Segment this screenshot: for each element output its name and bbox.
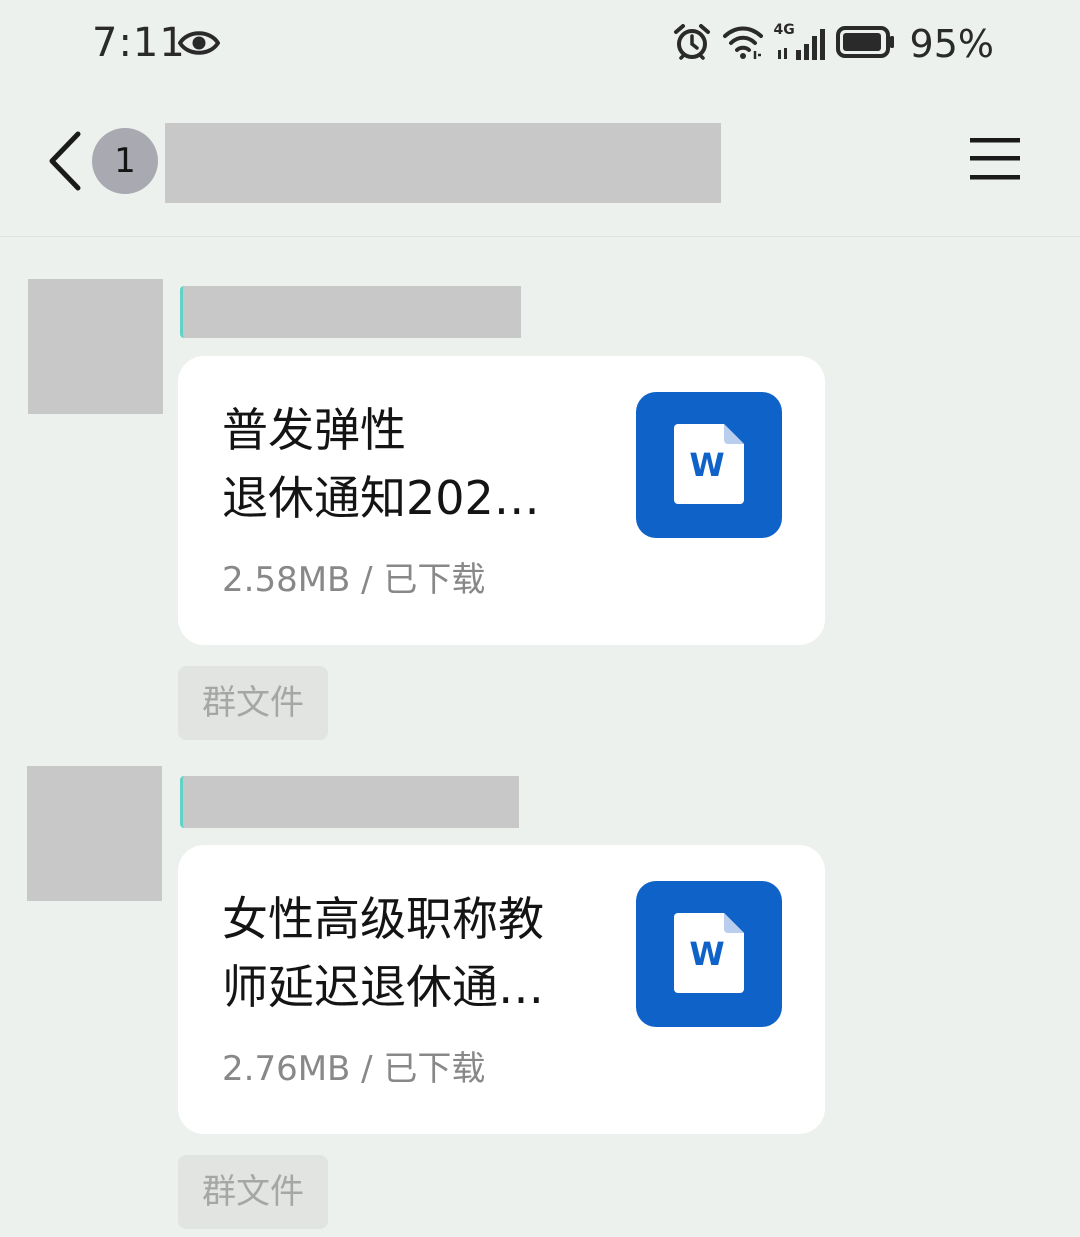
status-bar: 7:11 4G 95%: [0, 0, 1080, 90]
sender-avatar[interactable]: [28, 279, 163, 414]
file-message-card[interactable]: 普发弹性 退休通知202… 2.58MB / 已下载 W: [178, 356, 825, 645]
wifi-icon: [722, 24, 764, 64]
file-size-status: 2.58MB / 已下载: [222, 560, 486, 600]
group-file-tag[interactable]: 群文件: [178, 666, 328, 740]
word-doc-icon: W: [674, 913, 744, 997]
sender-name-redacted: [180, 286, 521, 338]
status-icons: 4G 95%: [672, 22, 994, 66]
chevron-left-icon[interactable]: [44, 130, 84, 196]
chat-title-redacted: [165, 123, 721, 203]
svg-text:W: W: [689, 935, 724, 973]
file-name: 普发弹性 退休通知202…: [222, 396, 592, 532]
battery-percent: 95%: [909, 22, 994, 66]
file-name-line: 女性高级职称教: [222, 892, 544, 946]
status-time: 7:11: [92, 20, 186, 66]
eye-icon: [177, 26, 221, 64]
group-file-tag[interactable]: 群文件: [178, 1155, 328, 1229]
sender-name-redacted: [180, 776, 519, 828]
sender-avatar[interactable]: [27, 766, 162, 901]
signal-icon: 4G: [774, 22, 826, 62]
unread-count-badge[interactable]: 1: [92, 128, 158, 194]
file-name-line: 普发弹性: [222, 403, 406, 457]
file-name-line: 退休通知202…: [222, 471, 540, 525]
battery-icon: [835, 25, 896, 63]
word-file-tile: W: [636, 881, 782, 1027]
menu-icon[interactable]: [970, 136, 1022, 186]
file-message-card[interactable]: 女性高级职称教 师延迟退休通… 2.76MB / 已下载 W: [178, 845, 825, 1134]
file-name: 女性高级职称教 师延迟退休通…: [222, 885, 592, 1021]
word-doc-icon: W: [674, 424, 744, 508]
alarm-icon: [672, 22, 712, 66]
file-name-line: 师延迟退休通…: [222, 960, 544, 1014]
file-size-status: 2.76MB / 已下载: [222, 1049, 486, 1089]
word-file-tile: W: [636, 392, 782, 538]
svg-text:W: W: [689, 446, 724, 484]
chat-header: 1: [0, 90, 1080, 237]
